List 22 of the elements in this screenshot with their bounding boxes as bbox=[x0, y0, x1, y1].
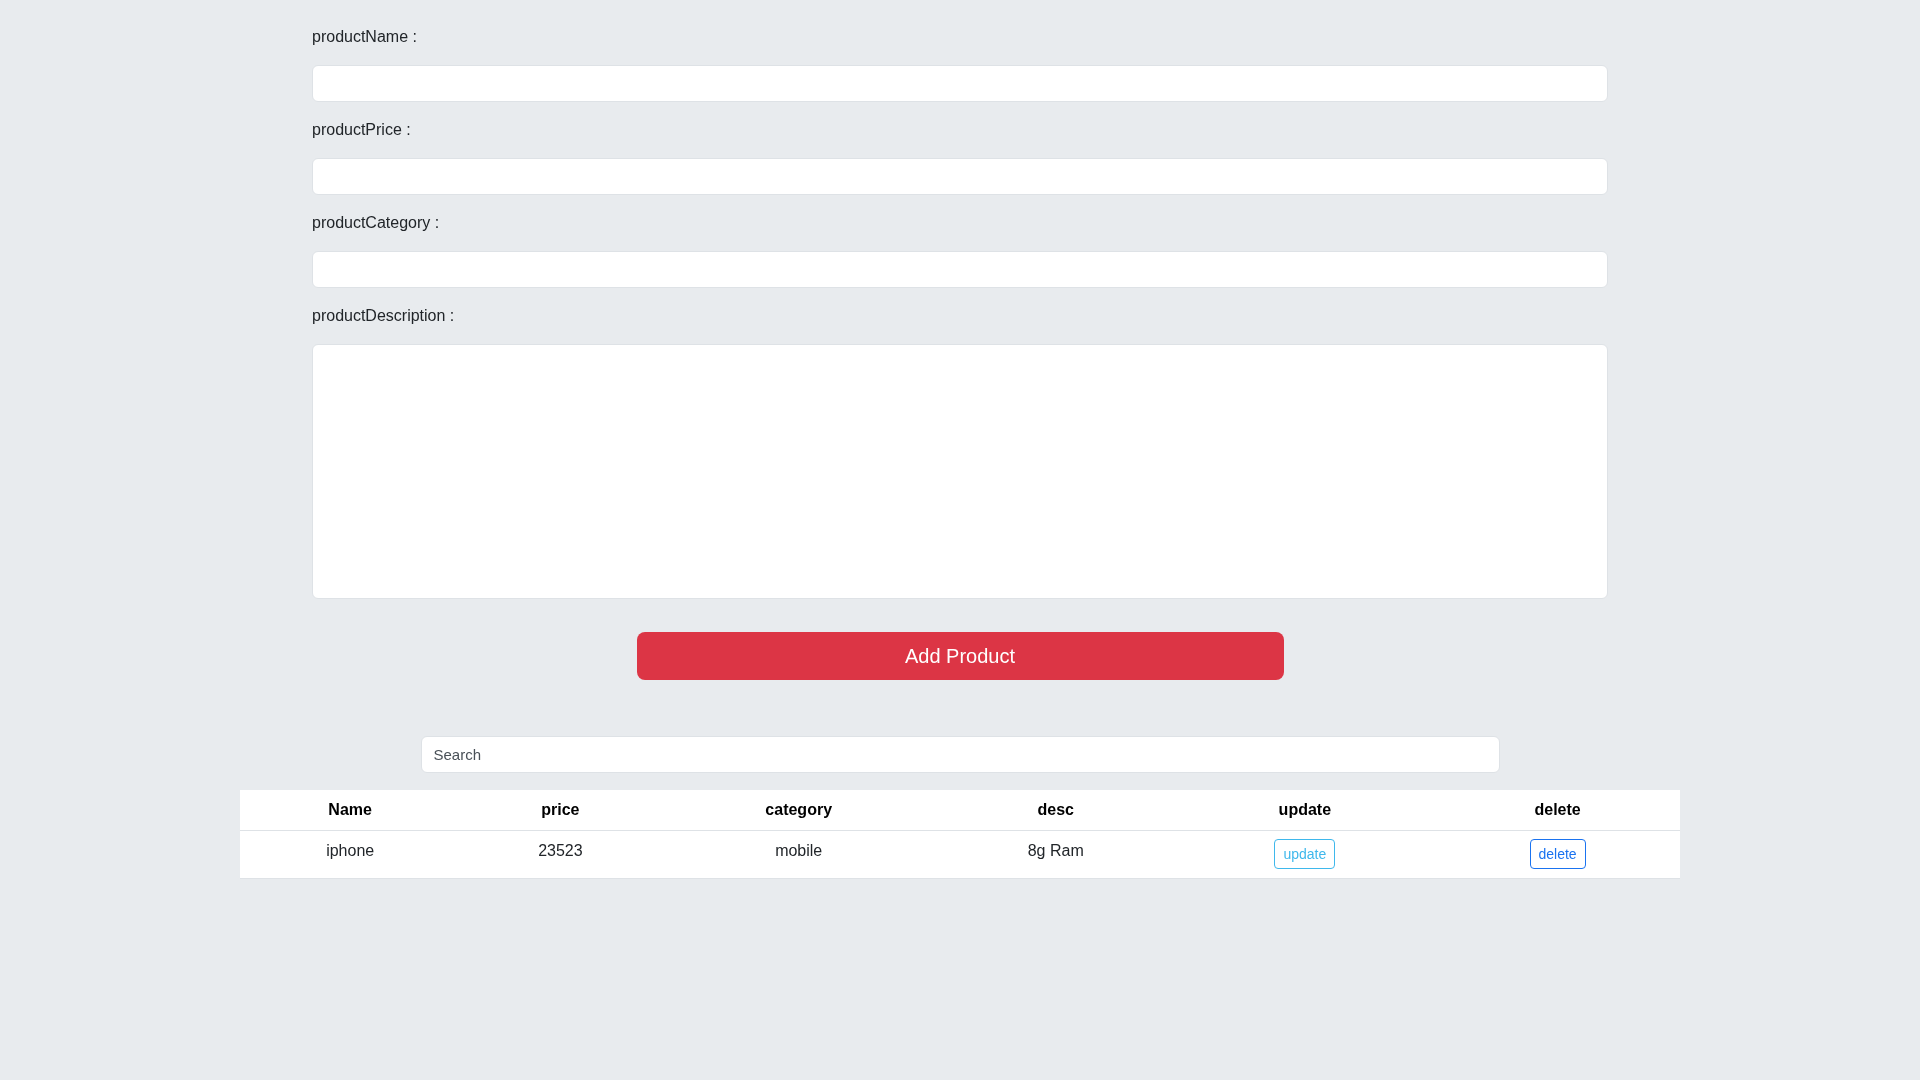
table-cell: 8g Ram bbox=[1027, 842, 1084, 860]
column-header: delete bbox=[1534, 800, 1581, 818]
field-label: productName : bbox=[312, 27, 417, 47]
add-product-button[interactable]: Add Product bbox=[636, 632, 1284, 680]
table-cell: 23523 bbox=[538, 842, 583, 860]
field-label: productDescription : bbox=[312, 306, 455, 326]
input-field[interactable] bbox=[312, 65, 1608, 102]
column-header: update bbox=[1278, 800, 1332, 818]
delete-button[interactable]: delete bbox=[1529, 839, 1586, 869]
table-cell: mobile bbox=[775, 842, 823, 860]
field-label: productCategory : bbox=[312, 213, 440, 233]
input-field[interactable] bbox=[312, 158, 1608, 195]
input-field[interactable] bbox=[312, 251, 1608, 288]
search-field[interactable]: Search bbox=[420, 736, 1500, 773]
column-header: desc bbox=[1037, 800, 1074, 818]
column-header: category bbox=[765, 800, 833, 818]
field-label: productPrice : bbox=[312, 120, 411, 140]
column-header: Name bbox=[328, 800, 372, 818]
table-cell: iphone bbox=[326, 842, 375, 860]
text-area[interactable] bbox=[312, 344, 1608, 599]
column-header: price bbox=[541, 800, 580, 818]
update-button[interactable]: update bbox=[1274, 839, 1336, 869]
